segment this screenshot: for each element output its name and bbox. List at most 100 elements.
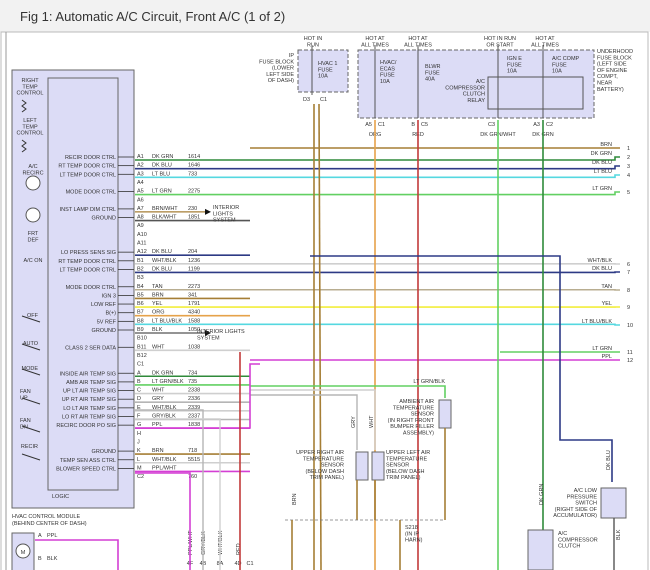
hot-at-all-times-label: HOT AT xyxy=(408,36,428,42)
wire-amb xyxy=(250,385,446,398)
arrow-icon xyxy=(205,208,211,215)
interior-lights-label: SYSTEM xyxy=(197,335,220,341)
ambient-sensor-label: SENSOR xyxy=(411,412,434,418)
continuation-number: 4 xyxy=(627,173,630,179)
pin-number: A11 xyxy=(137,241,146,247)
circuit-number: 230 xyxy=(188,206,197,212)
circuit-number: 733 xyxy=(188,171,197,177)
wire-color-label: WHT/BLK xyxy=(152,258,177,264)
pin-label: B xyxy=(411,122,415,128)
upper-right-sensor-label: (BELOW DASH xyxy=(305,469,344,475)
right-temp-control-label: RIGHT xyxy=(21,78,39,84)
wire-ppl-wht xyxy=(135,472,191,570)
wire-gry xyxy=(250,394,358,450)
pin-function-label: AMB AIR TEMP SIG xyxy=(66,380,116,386)
pin-number: B8 xyxy=(137,318,144,324)
connector-label: C2 xyxy=(546,122,553,128)
relay-label: RELAY xyxy=(467,98,485,104)
pin-number: A8 xyxy=(137,215,144,221)
wire-color-label: LT GRN/BLK xyxy=(152,379,184,385)
pin-function-label: GROUND xyxy=(92,449,116,455)
continuation-number: 5 xyxy=(627,190,630,196)
hot-at-all-times-label: HOT AT xyxy=(535,36,555,42)
pin-label: A xyxy=(38,533,42,539)
pin-label: A5 xyxy=(365,122,372,128)
connector-label: C1 xyxy=(378,122,385,128)
wire-color-label: PPL/WHT xyxy=(152,465,177,471)
pin-number: D xyxy=(137,396,141,402)
right-wire-color: LT BLU xyxy=(594,169,612,175)
wire-color-label: DK GRN xyxy=(152,370,173,376)
fan-dn-switch-label: FAN xyxy=(20,418,31,424)
module-name: HVAC CONTROL MODULE xyxy=(12,514,80,520)
hvac1-fuse-label: HVAC 1 xyxy=(318,61,337,67)
ambient-sensor-label: TEMPERATURE xyxy=(393,405,434,411)
circuit-number: 1199 xyxy=(188,266,200,272)
wire-motor-ppl xyxy=(35,539,119,570)
underhood-fuse-block-label: NEAR xyxy=(597,81,612,87)
wire-color-label: GRY xyxy=(152,396,164,402)
upper-left-sensor-label: TRIM PANEL) xyxy=(386,475,421,481)
hot-in-run-or-start-label: OR START xyxy=(486,42,514,48)
underhood-fuse-block-label: UNDERHOOD xyxy=(597,49,633,55)
circuit-number: 341 xyxy=(188,292,197,298)
pin-number: J xyxy=(137,439,140,445)
ac-recirc-label: A/C xyxy=(28,164,37,170)
relay-label: A/C xyxy=(476,79,485,85)
pin-function-label: RT TEMP DOOR CTRL xyxy=(58,259,116,265)
right-wire-color: LT GRN xyxy=(592,186,612,192)
left-temp-control-label: CONTROL xyxy=(17,131,44,137)
pin-number: C2 xyxy=(137,474,144,480)
hot-at-all-times-label: HOT AT xyxy=(365,36,385,42)
pin-function-label: INSIDE AIR TEMP SIG xyxy=(60,371,116,377)
pin-function-label: 5V REF xyxy=(97,319,117,325)
underhood-fuse-block-label: COMPT, xyxy=(597,74,618,80)
wire-color-label: DK BLU xyxy=(606,450,612,470)
circuit-number: 1646 xyxy=(188,163,200,169)
wire-wht-blk xyxy=(135,418,221,570)
continuation-number: 1 xyxy=(627,146,630,152)
hot-in-run-or-start-label: HOT IN RUN xyxy=(484,36,516,42)
hot-at-all-times-label: ALL TIMES xyxy=(531,42,559,48)
circuit-number: 1614 xyxy=(188,154,200,160)
continuation-number: 12 xyxy=(627,358,633,364)
clutch-label: COMPRESSOR xyxy=(558,537,598,543)
pin-number: H xyxy=(137,431,141,437)
pin-function-label: GROUND xyxy=(92,328,116,334)
pin-function-label: B(+) xyxy=(105,311,116,317)
ign-e-fuse-label: 10A xyxy=(507,69,517,75)
circuit-number: 4340 xyxy=(188,310,200,316)
pin-function-label: LO RT AIR TEMP SIG xyxy=(62,415,116,421)
right-wire-color: LT BLU/BLK xyxy=(582,319,612,325)
ambient-air-temp-sensor xyxy=(438,399,452,429)
connector-label: C1 xyxy=(246,561,253,567)
circuit-number: 734 xyxy=(188,370,197,376)
pin-function-label: UP LT AIR TEMP SIG xyxy=(63,389,116,395)
left-temp-control-label: TEMP xyxy=(22,124,38,130)
pin-number: A12 xyxy=(137,249,147,255)
right-wire-color: DK GRN xyxy=(591,151,612,157)
pin-function-label: LO PRESS SENS SIG xyxy=(61,250,116,256)
right-wire-color: LT GRN xyxy=(592,346,612,352)
wire-color-label: BRN/WHT xyxy=(152,206,178,212)
hvac-ecas-fuse-label: FUSE xyxy=(380,73,395,79)
hvac-ecas-fuse-label: ECAS xyxy=(380,66,395,72)
pin-function-label: MODE DOOR CTRL xyxy=(66,190,116,196)
ambient-sensor-label: (IN RIGHT FRONT xyxy=(388,418,435,424)
splice-label: S218 xyxy=(405,525,418,531)
interior-lights-label: INTERIOR LIGHTS xyxy=(197,329,245,335)
hvac1-fuse-label: 10A xyxy=(318,74,328,80)
hot-in-run-label: HOT IN xyxy=(304,36,323,42)
wire-color-label: BLK/WHT xyxy=(152,215,177,221)
upper-left-sensor-label: TEMPERATURE xyxy=(386,456,427,462)
upper-left-sensor-label: SENSOR xyxy=(386,463,409,469)
pin-number: A1 xyxy=(137,154,144,160)
ac-comp-fuse-label: A/C COMP xyxy=(552,56,580,62)
pin-number: A10 xyxy=(137,232,147,238)
wire-A1 xyxy=(135,156,620,161)
pin-label: C3 xyxy=(488,122,495,128)
diagram-page: Fig 1: Automatic A/C Circuit, Front A/C … xyxy=(0,0,650,570)
pin-number: B9 xyxy=(137,327,144,333)
wire-color-label: LT GRN/BLK xyxy=(413,379,445,385)
wire-color-label: TAN xyxy=(152,284,163,290)
